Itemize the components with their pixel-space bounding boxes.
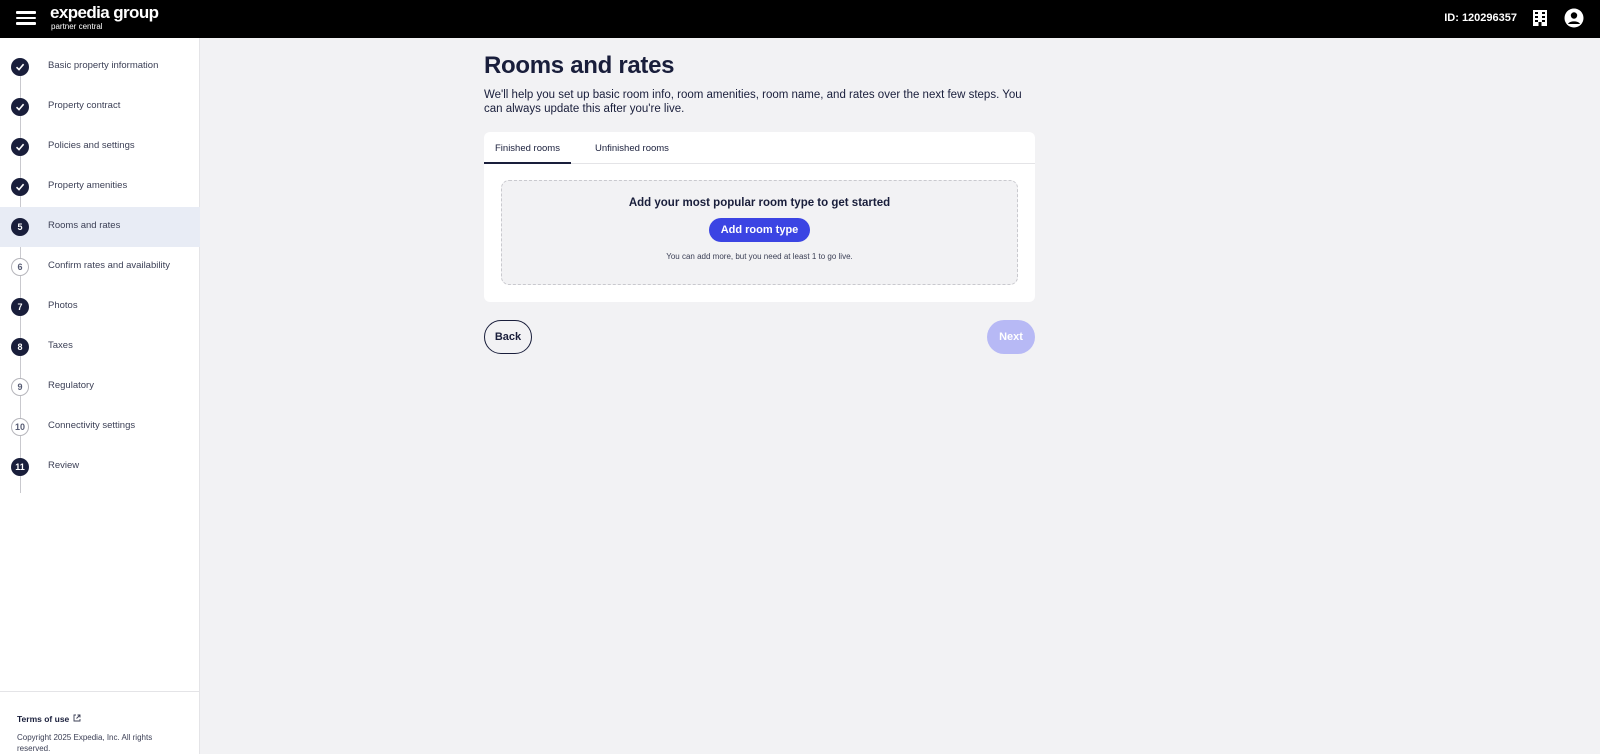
step-label: Taxes — [48, 340, 73, 351]
step-label: Property amenities — [48, 180, 128, 191]
step-taxes[interactable]: 8 Taxes — [0, 327, 200, 367]
step-complete-check-icon — [11, 58, 29, 76]
step-rooms-and-rates[interactable]: 5 Rooms and rates — [0, 207, 200, 247]
copyright-text: Copyright 2025 Expedia, Inc. All rights … — [17, 733, 153, 753]
back-button[interactable]: Back — [484, 320, 532, 354]
progress-sidebar: Basic property information Property cont… — [0, 38, 200, 754]
next-button[interactable]: Next — [987, 320, 1035, 354]
step-basic-property-information[interactable]: Basic property information — [0, 47, 200, 87]
step-label: Photos — [48, 300, 78, 311]
step-complete-check-icon — [11, 178, 29, 196]
step-label: Policies and settings — [48, 140, 135, 151]
intro-text: We'll help you set up basic room info, r… — [484, 89, 1022, 115]
step-policies-and-settings[interactable]: Policies and settings — [0, 127, 200, 167]
add-room-type-button[interactable]: Add room type — [708, 218, 811, 242]
step-label: Rooms and rates — [48, 220, 121, 231]
step-number: 7 — [11, 298, 29, 316]
step-regulatory[interactable]: 9 Regulatory — [0, 367, 200, 407]
step-review[interactable]: 11 Review — [0, 447, 200, 487]
tab-finished-rooms[interactable]: Finished rooms — [484, 143, 571, 164]
step-label: Review — [48, 460, 80, 471]
tab-unfinished-rooms[interactable]: Unfinished rooms — [584, 143, 680, 164]
step-label: Connectivity settings — [48, 420, 136, 431]
step-number: 11 — [11, 458, 29, 476]
building-icon[interactable] — [1532, 9, 1548, 27]
step-connectivity-settings[interactable]: 10 Connectivity settings — [0, 407, 200, 447]
sidebar-footer: Terms of use Copyright 2025 Expedia, Inc… — [0, 691, 200, 754]
step-label: Property contract — [48, 100, 121, 111]
step-label: Basic property information — [48, 60, 159, 71]
terms-of-use-link[interactable]: Terms of use — [17, 714, 69, 724]
step-number: 6 — [11, 258, 29, 276]
main-content: Rooms and rates We'll help you set up ba… — [484, 52, 1035, 354]
step-complete-check-icon — [11, 98, 29, 116]
step-photos[interactable]: 7 Photos — [0, 287, 200, 327]
step-label: Regulatory — [48, 380, 94, 391]
logo-sub-text: partner central — [51, 22, 103, 31]
top-bar: expedia group partner central ID: 120296… — [0, 0, 1600, 38]
step-number: 8 — [11, 338, 29, 356]
room-tabs: Finished rooms Unfinished rooms — [484, 132, 1035, 164]
hamburger-menu-icon[interactable] — [16, 9, 36, 29]
step-confirm-rates-and-availability[interactable]: 6 Confirm rates and availability — [0, 247, 200, 287]
account-circle-icon[interactable] — [1564, 8, 1584, 28]
step-number: 9 — [11, 378, 29, 396]
rooms-card: Finished rooms Unfinished rooms Add your… — [484, 132, 1035, 302]
step-property-contract[interactable]: Property contract — [0, 87, 200, 127]
property-id: ID: 120296357 — [1444, 12, 1517, 24]
step-number: 5 — [11, 218, 29, 236]
empty-state: Add your most popular room type to get s… — [501, 180, 1018, 285]
empty-state-title: Add your most popular room type to get s… — [628, 197, 891, 209]
step-complete-check-icon — [11, 138, 29, 156]
logo-main-text: expedia group — [50, 3, 159, 22]
expedia-group-logo[interactable]: expedia group partner central — [50, 3, 159, 32]
external-link-icon — [73, 714, 81, 722]
step-property-amenities[interactable]: Property amenities — [0, 167, 200, 207]
step-label: Confirm rates and availability — [48, 260, 170, 271]
step-number: 10 — [11, 418, 29, 436]
empty-state-note: You can add more, but you need at least … — [666, 252, 853, 261]
page-title: Rooms and rates — [484, 52, 675, 79]
